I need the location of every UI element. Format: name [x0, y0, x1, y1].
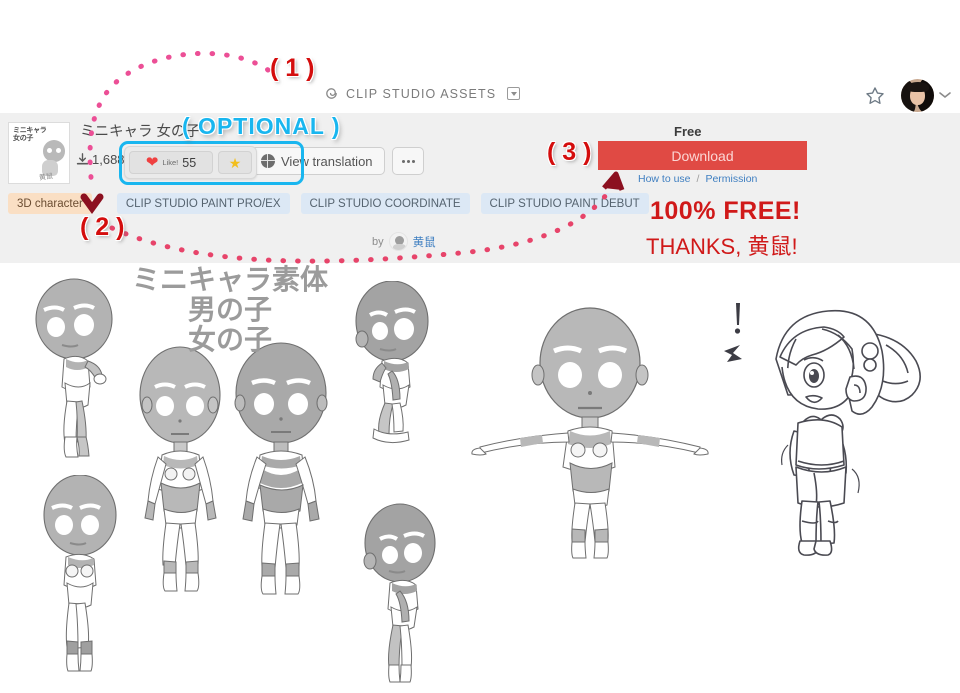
tag-category[interactable]: 3D character	[8, 193, 92, 214]
chibi-finished-girl	[724, 303, 921, 556]
link-separator: /	[696, 173, 700, 185]
thumbnail-signature: 黄鼠	[38, 173, 54, 182]
star-outline-glyph	[866, 87, 884, 105]
chibi-figure-male-front	[234, 342, 328, 595]
more-options-button[interactable]	[392, 147, 424, 175]
avatar[interactable]	[901, 79, 934, 112]
download-button-label: Download	[671, 147, 734, 164]
ellipsis-dot	[411, 159, 415, 163]
annotation-highlight-box	[119, 141, 304, 185]
annotation-thanks: THANKS, 黄鼠!	[646, 234, 798, 259]
annotation-marker-2: ( 2 )	[80, 213, 125, 241]
brand-name: CLIP STUDIO ASSETS	[346, 86, 497, 101]
tag-app-coordinate[interactable]: CLIP STUDIO COORDINATE	[300, 193, 470, 214]
asset-thumbnail[interactable]: ミニキャラ 女の子 黄鼠	[8, 122, 70, 184]
chibi-figure-female-front	[139, 346, 221, 592]
illustration-heading-line3: 女の子	[187, 324, 272, 355]
illustration-canvas: ミニキャラ素体 男の子 女の子	[0, 263, 960, 687]
thumbnail-eye-left	[47, 148, 52, 153]
thumbnail-caption-line2: 女の子	[13, 135, 34, 142]
chibi-figure-side-upper-left	[35, 278, 113, 458]
author-name[interactable]: 黄鼠	[413, 234, 436, 250]
ellipsis-dot	[401, 159, 405, 163]
annotation-optional-label: ( OPTIONAL )	[182, 113, 341, 139]
illustration-heading-line1: ミニキャラ素体	[131, 264, 328, 295]
chibi-figure-side-lower-left	[43, 475, 117, 672]
tag-app-pro-ex[interactable]: CLIP STUDIO PAINT PRO/EX	[116, 193, 290, 214]
usage-links: How to use / Permission	[638, 173, 757, 185]
thumbnail-caption: ミニキャラ 女の子	[13, 127, 47, 143]
how-to-use-link[interactable]: How to use	[638, 173, 691, 185]
byline-label: by	[372, 235, 384, 248]
chibi-figure-side-lower-right	[363, 503, 436, 683]
tag-list: 3D character CLIP STUDIO PAINT PRO/EX CL…	[8, 193, 649, 214]
illustration-heading: ミニキャラ素体 男の子 女の子	[130, 265, 330, 355]
download-icon	[76, 153, 89, 165]
permission-link[interactable]: Permission	[705, 173, 757, 185]
illustration-heading-line2: 男の子	[187, 294, 272, 325]
author-avatar[interactable]	[388, 232, 408, 251]
download-count-stat: 1,688	[76, 152, 125, 167]
avatar-bangs	[907, 82, 929, 92]
download-button[interactable]: Download	[598, 141, 807, 170]
brand-logo[interactable]: CLIP STUDIO ASSETS	[324, 86, 521, 101]
ellipsis-dot	[406, 159, 410, 163]
price-label: Free	[674, 124, 702, 139]
thumbnail-caption-line1: ミニキャラ	[13, 127, 47, 134]
spiral-logo-icon	[326, 88, 337, 99]
annotation-free-shout: 100% FREE!	[650, 197, 801, 225]
site-header: CLIP STUDIO ASSETS	[0, 0, 960, 113]
star-outline-icon[interactable]	[858, 79, 892, 113]
tag-app-debut[interactable]: CLIP STUDIO PAINT DEBUT	[480, 193, 649, 214]
byline: by 黄鼠	[372, 232, 436, 251]
annotation-marker-3: ( 3 )	[547, 138, 592, 166]
chevron-down-icon[interactable]	[938, 88, 952, 102]
annotation-marker-1: ( 1 )	[270, 54, 315, 82]
caret-down-boxed-icon[interactable]	[507, 87, 521, 100]
chibi-figure-side-upper-right	[355, 281, 429, 444]
chibi-figure-t-pose	[471, 307, 709, 559]
thumbnail-eye-right	[56, 148, 61, 153]
